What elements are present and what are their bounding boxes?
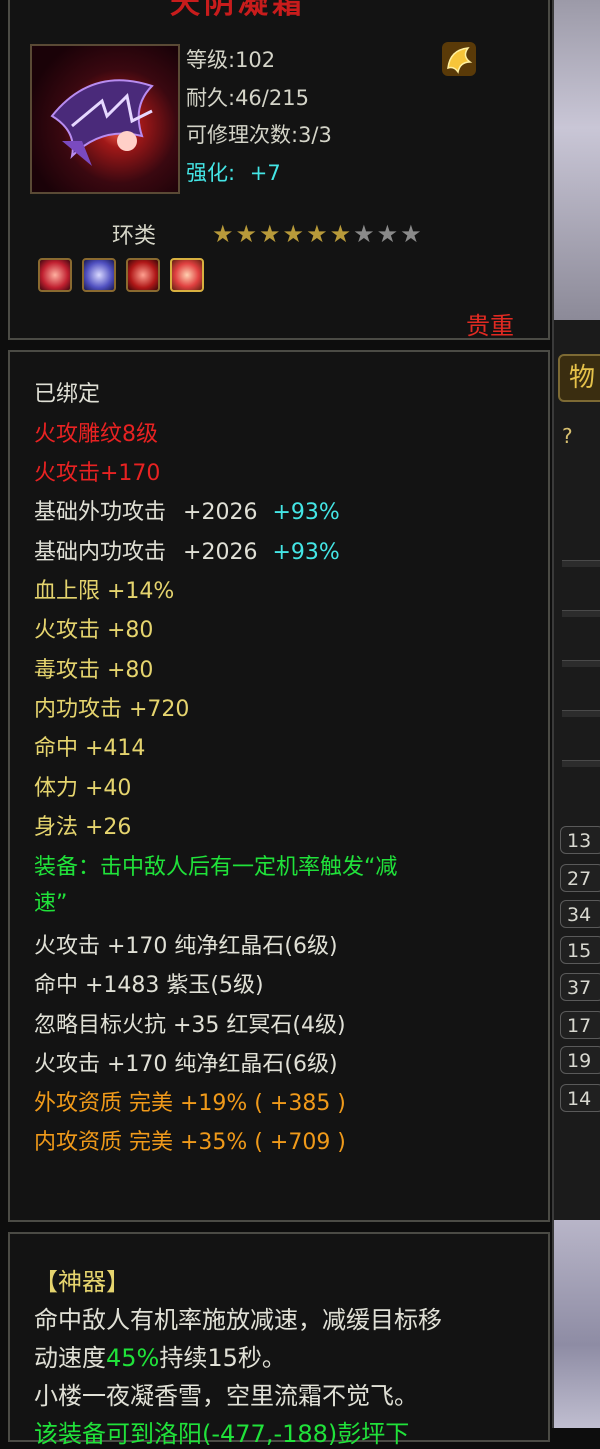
star-rating: ★★★★★★★★★: [212, 220, 424, 248]
divider: [562, 760, 600, 767]
artifact-header: 【神器】: [34, 1268, 130, 1296]
base-internal-attack: 基础内功攻击 +2026 +93%: [34, 534, 340, 566]
item-category: 环类: [112, 224, 157, 249]
background-art: [554, 1220, 600, 1428]
star-filled-icon: ★: [212, 220, 236, 248]
help-question-mark: ?: [562, 424, 573, 448]
stat-line: 内功攻击 +720: [34, 697, 190, 722]
artifact-panel: 【神器】 命中敌人有机率施放减速，减缓目标移 动速度45%持续15秒。 小楼一夜…: [8, 1232, 550, 1448]
enhance-label: 强化:: [186, 161, 236, 185]
desc-text: 动速度: [34, 1344, 106, 1372]
item-portrait: [30, 44, 180, 194]
item-level: 等级:102: [186, 48, 276, 72]
gem-red-icon: [38, 258, 72, 292]
stat-line: 血上限 +14%: [34, 579, 175, 604]
background-window: 物 ? 13 27 34 15 37 17 19 14: [552, 0, 600, 1428]
artifact-location-partial: 该装备可到洛阳(-477,-188)彭坪下: [34, 1420, 410, 1448]
side-value: 14: [560, 1084, 600, 1112]
star-filled-icon: ★: [329, 220, 354, 248]
gold-emblem-icon: [442, 42, 476, 76]
rarity-label: 贵重: [466, 312, 514, 340]
stat-label: 基础内功攻击: [34, 540, 167, 565]
star-empty-icon: ★: [353, 220, 377, 248]
divider: [562, 660, 600, 667]
star-filled-icon: ★: [259, 220, 283, 248]
artifact-description-cont: 动速度45%持续15秒。: [34, 1338, 286, 1373]
base-external-attack: 基础外功攻击 +2026 +93%: [34, 494, 340, 526]
item-title: 天阴凝霜: [170, 0, 306, 21]
side-value: 37: [560, 973, 600, 1001]
item-durability: 耐久:46/215: [186, 86, 309, 110]
equip-effect: 装备：击中敌人后有一定机率触发“减: [34, 855, 398, 880]
star-empty-icon: ★: [400, 220, 424, 248]
stat-percent: +93%: [272, 500, 340, 525]
gem-crimson-icon: [126, 258, 160, 292]
artifact-description: 命中敌人有机率施放减速，减缓目标移: [34, 1306, 442, 1334]
gem-socket-line: 命中 +1483 紫玉(5级): [34, 973, 264, 998]
item-enhance: 强化: +7: [186, 157, 281, 187]
stat-line: 命中 +414: [34, 736, 146, 761]
stat-line: 身法 +26: [34, 815, 132, 840]
gem-socket-line: 火攻击 +170 纯净红晶石(6级): [34, 1052, 338, 1077]
stat-line: 体力 +40: [34, 776, 132, 801]
item-header-panel: 天阴凝霜 等级:102 耐久:46/215 可修理次数:3/3 强化: +7 环…: [8, 0, 550, 340]
equip-effect-cont: 速”: [34, 891, 68, 916]
side-value: 34: [560, 900, 600, 928]
side-value: 27: [560, 864, 600, 892]
side-value: 19: [560, 1046, 600, 1074]
desc-percent: 45%: [106, 1344, 160, 1372]
star-filled-icon: ★: [306, 220, 330, 248]
external-quality: 外攻资质 完美 +19% ( +385 ): [34, 1091, 346, 1116]
side-value: 17: [560, 1011, 600, 1039]
tab-items[interactable]: 物: [558, 354, 600, 402]
stat-line: 火攻击 +80: [34, 618, 154, 643]
star-filled-icon: ★: [235, 220, 260, 248]
internal-quality: 内攻资质 完美 +35% ( +709 ): [34, 1130, 346, 1155]
fire-attack-base: 火攻击+170: [34, 461, 161, 486]
gem-socket-line: 火攻击 +170 纯净红晶石(6级): [34, 934, 338, 959]
star-filled-icon: ★: [282, 220, 307, 248]
background-art: [554, 0, 600, 320]
divider: [562, 710, 600, 717]
gem-purple-icon: [82, 258, 116, 292]
gem-socket-line: 忽略目标火抗 +35 红冥石(4级): [34, 1013, 346, 1038]
stat-percent: +93%: [272, 540, 340, 565]
gem-red-icon: [170, 258, 204, 292]
divider: [562, 610, 600, 617]
stat-line: 毒攻击 +80: [34, 658, 154, 683]
item-repairs: 可修理次数:3/3: [186, 123, 332, 147]
ring-icon: [50, 79, 154, 166]
desc-text: 持续15秒。: [159, 1344, 286, 1372]
side-value: 15: [560, 936, 600, 964]
artifact-poem: 小楼一夜凝香雪，空里流霜不觉飞。: [34, 1382, 418, 1410]
enhance-value: +7: [249, 161, 281, 185]
stat-label: 基础外功攻击: [34, 500, 167, 525]
star-empty-icon: ★: [376, 220, 401, 248]
bound-status: 已绑定: [34, 382, 101, 407]
divider: [562, 560, 600, 567]
engraving: 火攻雕纹8级: [34, 422, 158, 447]
attributes-panel: 已绑定 火攻雕纹8级 火攻击+170 基础外功攻击 +2026 +93% 基础内…: [8, 350, 550, 1222]
stat-value: +2026: [183, 540, 258, 565]
stat-value: +2026: [183, 500, 258, 525]
side-value: 13: [560, 826, 600, 854]
